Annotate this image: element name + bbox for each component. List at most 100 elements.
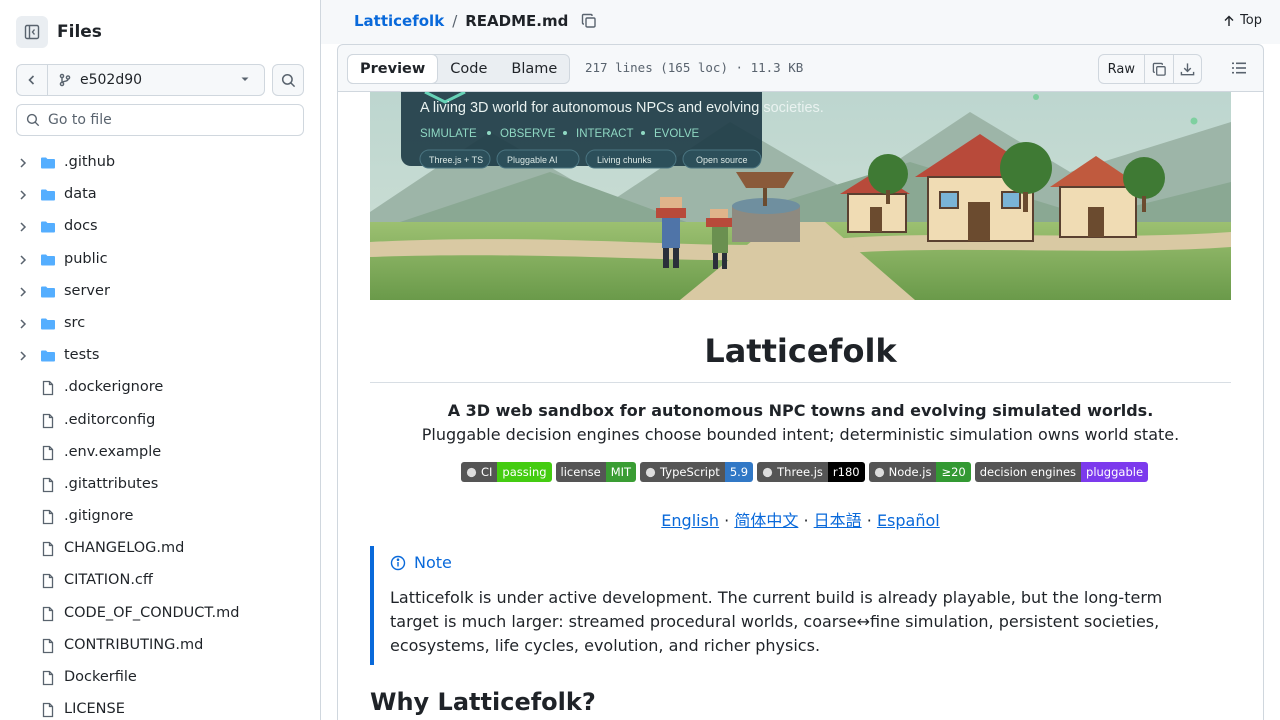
folder-icon bbox=[40, 316, 56, 336]
branch-name: e502d90 bbox=[80, 72, 143, 88]
folder-icon bbox=[40, 187, 56, 207]
note-title-text: Note bbox=[414, 553, 452, 572]
badge-label-text: license bbox=[560, 465, 601, 479]
tree-folder[interactable]: src bbox=[0, 308, 320, 340]
banner-chip: Open source bbox=[696, 155, 748, 165]
badge[interactable]: license MIT bbox=[555, 462, 637, 482]
copy-path-button[interactable] bbox=[581, 13, 597, 29]
badge[interactable]: TypeScript 5.9 bbox=[640, 462, 754, 482]
tree-file[interactable]: .gitattributes bbox=[0, 469, 320, 501]
note-callout: Note Latticefolk is under active develop… bbox=[370, 546, 1231, 665]
tree-file[interactable]: CHANGELOG.md bbox=[0, 533, 320, 565]
chevron-right-icon[interactable] bbox=[18, 221, 28, 237]
file-tree-sidebar: Files e502d90 .github data docs public serve… bbox=[0, 0, 321, 720]
tree-item-label: CITATION.cff bbox=[64, 572, 153, 589]
tree-folder[interactable]: server bbox=[0, 276, 320, 308]
breadcrumb-separator: / bbox=[452, 12, 458, 30]
tree-item-label: .env.example bbox=[64, 443, 162, 460]
banner-caption: A living 3D world for autonomous NPCs an… bbox=[420, 100, 824, 116]
outline-button[interactable] bbox=[1231, 60, 1247, 80]
language-link[interactable]: 简体中文 bbox=[734, 511, 798, 530]
tree-folder[interactable]: docs bbox=[0, 211, 320, 243]
tree-file[interactable]: .dockerignore bbox=[0, 372, 320, 404]
file-info: 217 lines (165 loc) · 11.3 KB bbox=[585, 60, 804, 75]
folder-icon bbox=[40, 348, 56, 368]
tree-file[interactable]: Dockerfile bbox=[0, 662, 320, 694]
badge[interactable]: CI passing bbox=[461, 462, 552, 482]
badge[interactable]: Node.js ≥20 bbox=[868, 462, 971, 482]
badge-label: decision engines bbox=[974, 462, 1082, 482]
chevron-left-icon bbox=[28, 75, 35, 85]
readme-viewer: Latticefolk / README.md Top Preview Code… bbox=[321, 0, 1280, 720]
chevron-right-icon[interactable] bbox=[18, 286, 28, 302]
badge[interactable]: Three.js r180 bbox=[757, 462, 865, 482]
branch-controls: e502d90 bbox=[16, 64, 304, 96]
badge-label: Node.js bbox=[868, 462, 937, 482]
collapse-sidebar-button[interactable] bbox=[16, 16, 48, 48]
note-title: Note bbox=[390, 553, 452, 572]
chevron-right-icon[interactable] bbox=[18, 254, 28, 270]
tab-blame[interactable]: Blame bbox=[499, 55, 569, 83]
file-tree: .github data docs public server src tests .dock… bbox=[0, 147, 320, 720]
badge-value: ≥20 bbox=[936, 462, 971, 482]
breadcrumb-repo-link[interactable]: Latticefolk bbox=[354, 12, 444, 30]
badge-label-text: TypeScript bbox=[660, 465, 720, 479]
top-button[interactable]: Top bbox=[1223, 13, 1262, 28]
go-to-file-input[interactable] bbox=[48, 112, 288, 128]
file-toolbar: Preview Code Blame 217 lines (165 loc) ·… bbox=[337, 44, 1264, 92]
badge-logo-icon bbox=[762, 467, 777, 478]
badge-label: Three.js bbox=[757, 462, 828, 482]
banner-chip: Living chunks bbox=[597, 155, 652, 165]
tree-file[interactable]: .env.example bbox=[0, 437, 320, 469]
tree-file[interactable]: CITATION.cff bbox=[0, 565, 320, 597]
tree-item-label: server bbox=[64, 282, 110, 299]
tree-file[interactable]: CONTRIBUTING.md bbox=[0, 630, 320, 662]
tree-item-label: docs bbox=[64, 218, 98, 235]
tree-file[interactable]: .editorconfig bbox=[0, 405, 320, 437]
badge-value: 5.9 bbox=[724, 462, 754, 482]
tree-file[interactable]: LICENSE bbox=[0, 694, 320, 720]
tree-file[interactable]: .gitignore bbox=[0, 501, 320, 533]
copy-raw-button[interactable] bbox=[1145, 55, 1173, 83]
readme-subline: Pluggable decision engines choose bounde… bbox=[421, 425, 1180, 444]
language-link[interactable]: 日本語 bbox=[814, 511, 862, 530]
tree-item-label: data bbox=[64, 186, 97, 203]
chevron-right-icon[interactable] bbox=[18, 350, 28, 366]
banner-keyword: SIMULATE bbox=[420, 128, 477, 140]
tree-folder[interactable]: data bbox=[0, 179, 320, 211]
go-to-file-field[interactable] bbox=[16, 104, 304, 136]
banner-keyword: OBSERVE bbox=[500, 128, 556, 140]
raw-button[interactable]: Raw bbox=[1099, 55, 1145, 83]
badge-logo-icon bbox=[645, 467, 660, 478]
tree-folder[interactable]: tests bbox=[0, 340, 320, 372]
copy-icon bbox=[1152, 62, 1166, 76]
tree-item-label: src bbox=[64, 314, 86, 331]
tree-item-label: .github bbox=[64, 154, 116, 170]
language-links: English · 简体中文 · 日本語 · Español bbox=[370, 507, 1231, 531]
search-button[interactable] bbox=[272, 64, 304, 96]
tree-item-label: LICENSE bbox=[64, 701, 125, 718]
language-link[interactable]: English bbox=[661, 511, 719, 530]
chevron-right-icon[interactable] bbox=[18, 189, 28, 205]
file-icon bbox=[40, 509, 56, 529]
tree-folder[interactable]: public bbox=[0, 244, 320, 276]
view-mode-tabs: Preview Code Blame bbox=[347, 54, 571, 84]
tree-folder[interactable]: .github bbox=[0, 147, 320, 179]
tree-item-label: .dockerignore bbox=[64, 379, 164, 396]
back-button[interactable] bbox=[16, 64, 48, 96]
language-link[interactable]: Español bbox=[877, 511, 940, 530]
tree-file[interactable]: CODE_OF_CONDUCT.md bbox=[0, 598, 320, 630]
tab-code[interactable]: Code bbox=[438, 55, 499, 83]
chevron-right-icon[interactable] bbox=[18, 157, 28, 173]
download-button[interactable] bbox=[1173, 55, 1201, 83]
badge-value: passing bbox=[497, 462, 552, 482]
readme-banner-image: A living 3D world for autonomous NPCs an… bbox=[370, 92, 1231, 300]
tree-item-label: CODE_OF_CONDUCT.md bbox=[64, 604, 240, 621]
badge[interactable]: decision engines pluggable bbox=[974, 462, 1149, 482]
arrow-up-icon bbox=[1224, 15, 1234, 26]
branch-selector[interactable]: e502d90 bbox=[48, 64, 265, 96]
tab-preview[interactable]: Preview bbox=[347, 54, 439, 84]
chevron-right-icon[interactable] bbox=[18, 318, 28, 334]
search-icon bbox=[26, 113, 40, 127]
tree-item-label: CONTRIBUTING.md bbox=[64, 636, 204, 653]
